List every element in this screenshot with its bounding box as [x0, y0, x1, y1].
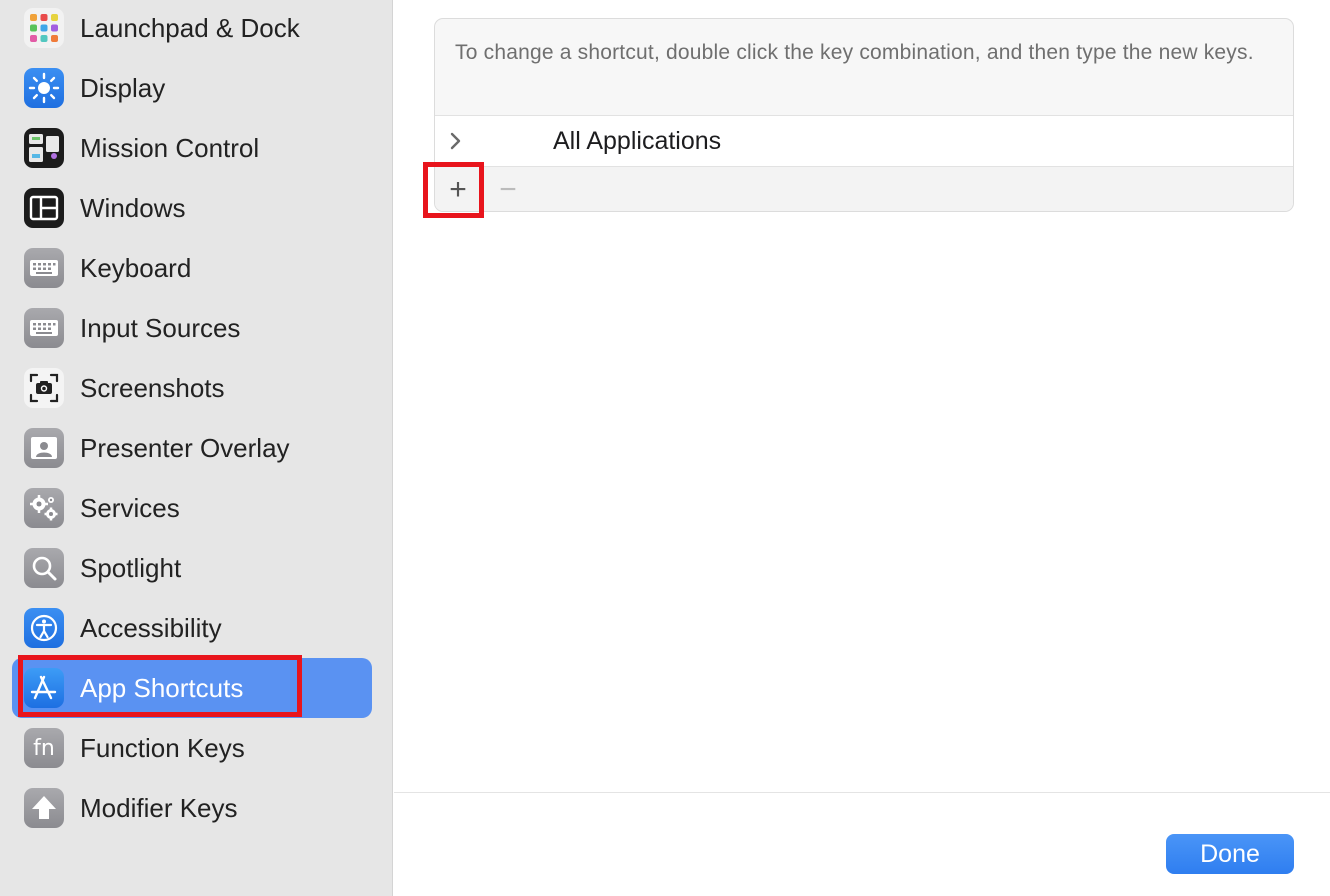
- sidebar-item-label: Screenshots: [80, 373, 225, 403]
- launchpad-dock-icon: [24, 8, 64, 48]
- sidebar-item-keyboard[interactable]: Keyboard: [12, 238, 372, 298]
- sidebar-item-screenshots[interactable]: Screenshots: [12, 358, 372, 418]
- presenter-overlay-icon: [24, 428, 64, 468]
- add-remove-bar: + −: [435, 167, 1293, 211]
- input-sources-keyboard-icon: [24, 308, 64, 348]
- footer-divider: [394, 792, 1330, 793]
- sidebar-item-accessibility[interactable]: Accessibility: [12, 598, 372, 658]
- modifier-up-arrow-icon: [24, 788, 64, 828]
- display-brightness-icon: [24, 68, 64, 108]
- sidebar: Launchpad & Dock Display Mission Control…: [0, 0, 393, 896]
- sidebar-item-mission-control[interactable]: Mission Control: [12, 118, 372, 178]
- keyboard-icon: [24, 248, 64, 288]
- sidebar-item-input-sources[interactable]: Input Sources: [12, 298, 372, 358]
- sidebar-item-label: Input Sources: [80, 313, 241, 343]
- sidebar-item-label: Mission Control: [80, 133, 260, 163]
- sidebar-item-label: Display: [80, 73, 166, 103]
- sidebar-item-modifier-keys[interactable]: Modifier Keys: [12, 778, 372, 838]
- add-button[interactable]: +: [435, 167, 481, 211]
- row-label: All Applications: [553, 127, 722, 155]
- fn-icon: fn: [24, 728, 64, 768]
- accessibility-icon: [24, 608, 64, 648]
- shortcuts-panel: To change a shortcut, double click the k…: [434, 18, 1294, 212]
- sidebar-item-app-shortcuts[interactable]: App Shortcuts: [12, 658, 372, 718]
- sidebar-item-services[interactable]: Services: [12, 478, 372, 538]
- done-button[interactable]: Done: [1166, 834, 1294, 874]
- instructions-text: To change a shortcut, double click the k…: [455, 41, 1254, 64]
- chevron-right-icon[interactable]: [445, 130, 467, 152]
- sidebar-item-display[interactable]: Display: [12, 58, 372, 118]
- sidebar-item-label: Keyboard: [80, 253, 192, 283]
- app-store-icon: [24, 668, 64, 708]
- sidebar-item-spotlight[interactable]: Spotlight: [12, 538, 372, 598]
- sidebar-item-label: Modifier Keys: [80, 793, 238, 823]
- list-row-all-applications[interactable]: All Applications: [435, 115, 1293, 167]
- sidebar-item-function-keys[interactable]: fn Function Keys: [12, 718, 372, 778]
- sidebar-item-windows[interactable]: Windows: [12, 178, 372, 238]
- remove-button[interactable]: −: [485, 167, 531, 211]
- services-gears-icon: [24, 488, 64, 528]
- sidebar-item-label: Function Keys: [80, 733, 245, 763]
- sidebar-item-label: Accessibility: [80, 613, 222, 643]
- screenshot-camera-icon: [24, 368, 64, 408]
- sidebar-item-label: Launchpad & Dock: [80, 13, 300, 43]
- sidebar-item-label: Presenter Overlay: [80, 433, 290, 463]
- windows-icon: [24, 188, 64, 228]
- sidebar-item-label: Spotlight: [80, 553, 182, 583]
- sidebar-item-label: Windows: [80, 193, 186, 223]
- spotlight-magnifier-icon: [24, 548, 64, 588]
- mission-control-icon: [24, 128, 64, 168]
- sidebar-item-label: Services: [80, 493, 180, 523]
- sidebar-item-presenter-overlay[interactable]: Presenter Overlay: [12, 418, 372, 478]
- sidebar-item-launchpad-dock[interactable]: Launchpad & Dock: [12, 0, 372, 58]
- fn-glyph: fn: [33, 735, 55, 761]
- sidebar-item-label: App Shortcuts: [80, 673, 244, 703]
